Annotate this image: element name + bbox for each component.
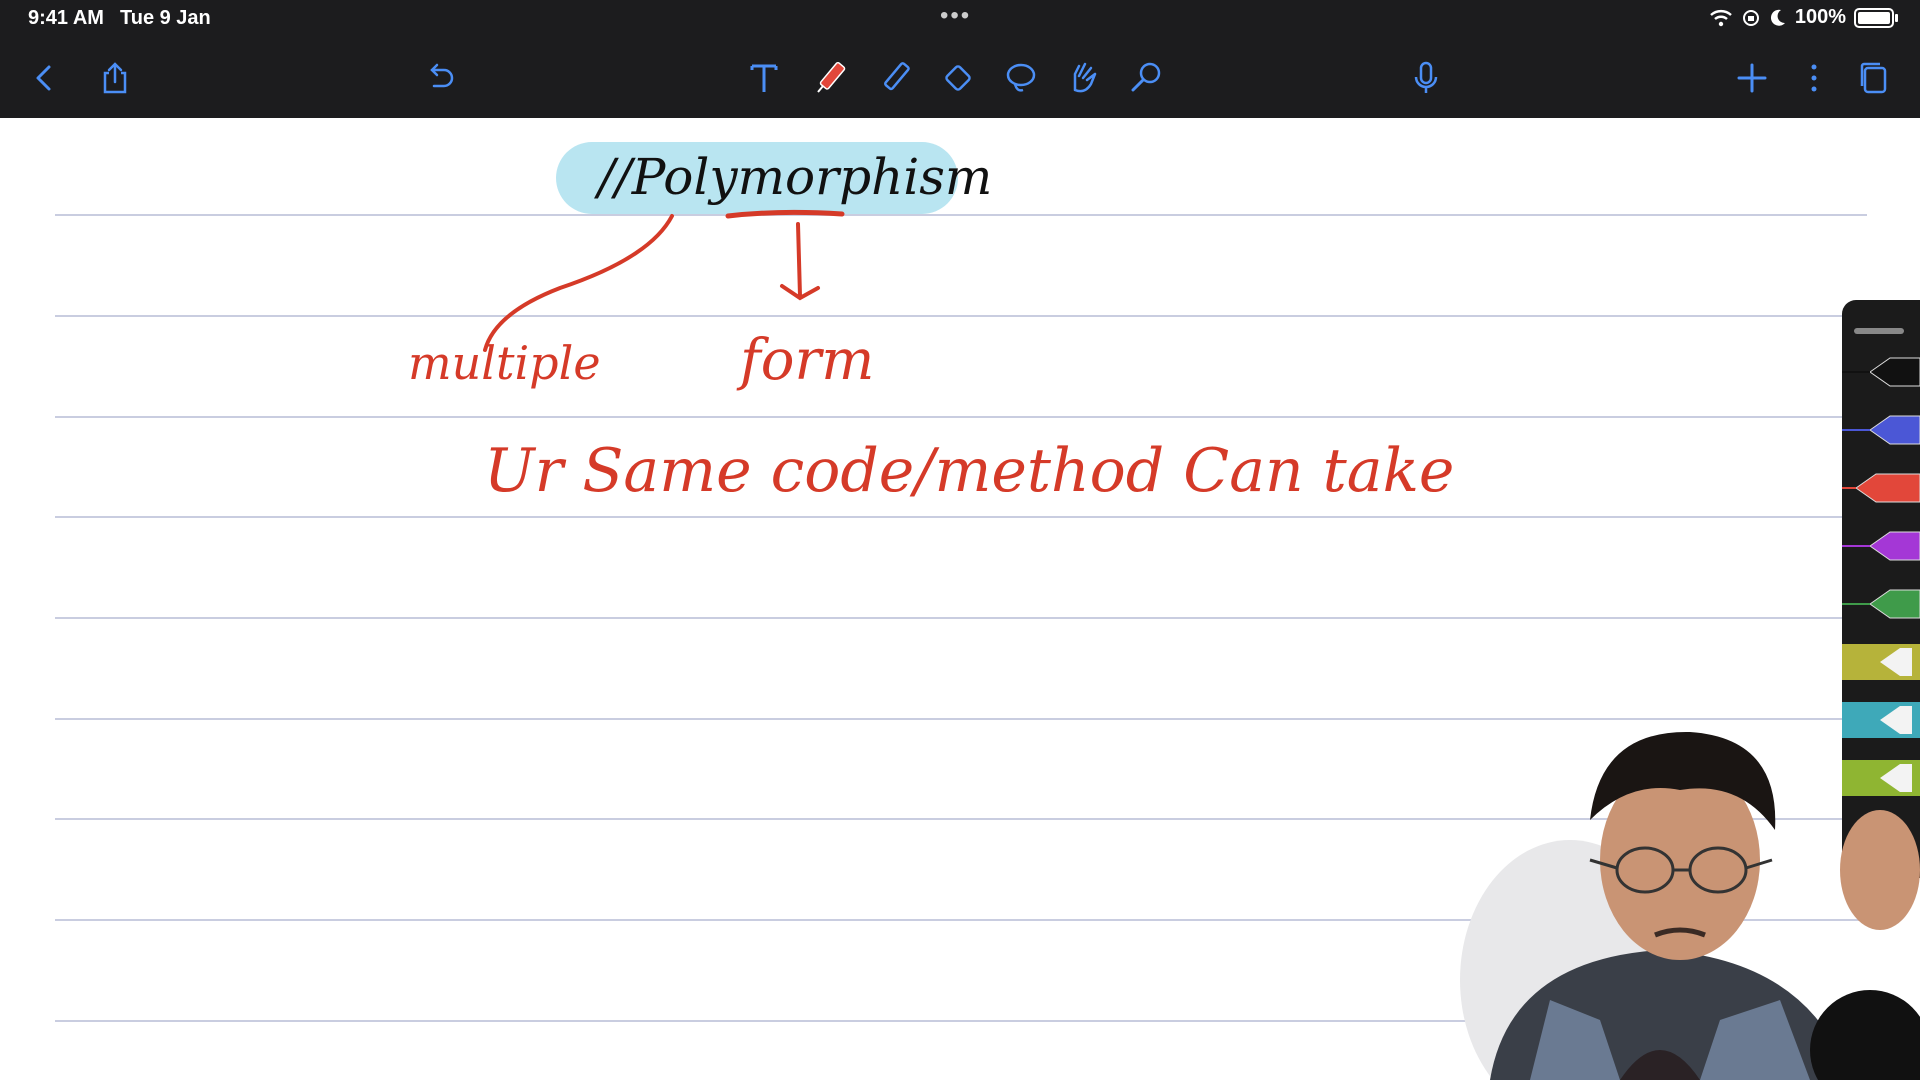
back-icon[interactable] bbox=[22, 56, 66, 100]
pen-color-5[interactable] bbox=[1842, 582, 1920, 626]
multitasking-dots-icon[interactable]: ••• bbox=[940, 2, 971, 30]
eraser-icon[interactable] bbox=[936, 56, 980, 100]
note-multiple: multiple bbox=[408, 336, 601, 390]
battery-fill bbox=[1858, 11, 1890, 24]
microphone-icon[interactable] bbox=[1404, 56, 1448, 100]
hand-pointer-icon[interactable] bbox=[1061, 56, 1105, 100]
text-tool-icon[interactable] bbox=[742, 56, 786, 100]
orientation-lock-icon bbox=[1742, 9, 1759, 26]
underline-morph-stroke bbox=[725, 209, 845, 219]
palette-grabber[interactable] bbox=[1854, 328, 1904, 334]
presenter-webcam-overlay bbox=[1450, 720, 1920, 1080]
lasso-icon[interactable] bbox=[999, 56, 1043, 100]
highlighter-color-6[interactable] bbox=[1842, 640, 1920, 684]
wifi-icon bbox=[1710, 9, 1732, 26]
add-icon[interactable] bbox=[1730, 56, 1774, 100]
status-date: Tue 9 Jan bbox=[120, 7, 211, 29]
status-time: 9:41 AM bbox=[28, 7, 104, 29]
arrow-to-form-stroke bbox=[780, 222, 820, 301]
arrow-to-multiple-stroke bbox=[483, 214, 674, 352]
status-bar: 9:41 AM Tue 9 Jan ••• 100% bbox=[0, 0, 1920, 38]
pen-color-1[interactable] bbox=[1842, 350, 1920, 394]
note-definition: Ur Same code/method Can take bbox=[484, 436, 1455, 506]
share-icon[interactable] bbox=[93, 56, 137, 100]
pages-icon[interactable] bbox=[1852, 56, 1896, 100]
pen-color-3[interactable] bbox=[1842, 466, 1920, 510]
undo-icon[interactable] bbox=[418, 56, 462, 100]
note-form: form bbox=[740, 328, 875, 393]
pencil-tool-icon[interactable] bbox=[874, 56, 918, 100]
toolbar bbox=[0, 38, 1920, 118]
do-not-disturb-moon-icon bbox=[1770, 9, 1785, 26]
battery-icon bbox=[1854, 7, 1898, 28]
more-icon[interactable] bbox=[1792, 56, 1836, 100]
laser-pointer-icon[interactable] bbox=[1124, 56, 1168, 100]
pen-color-4[interactable] bbox=[1842, 524, 1920, 568]
pen-tool-icon[interactable] bbox=[810, 56, 854, 100]
pen-color-2[interactable] bbox=[1842, 408, 1920, 452]
battery-percent: 100% bbox=[1794, 6, 1846, 28]
status-right: 100% bbox=[1709, 6, 1898, 29]
